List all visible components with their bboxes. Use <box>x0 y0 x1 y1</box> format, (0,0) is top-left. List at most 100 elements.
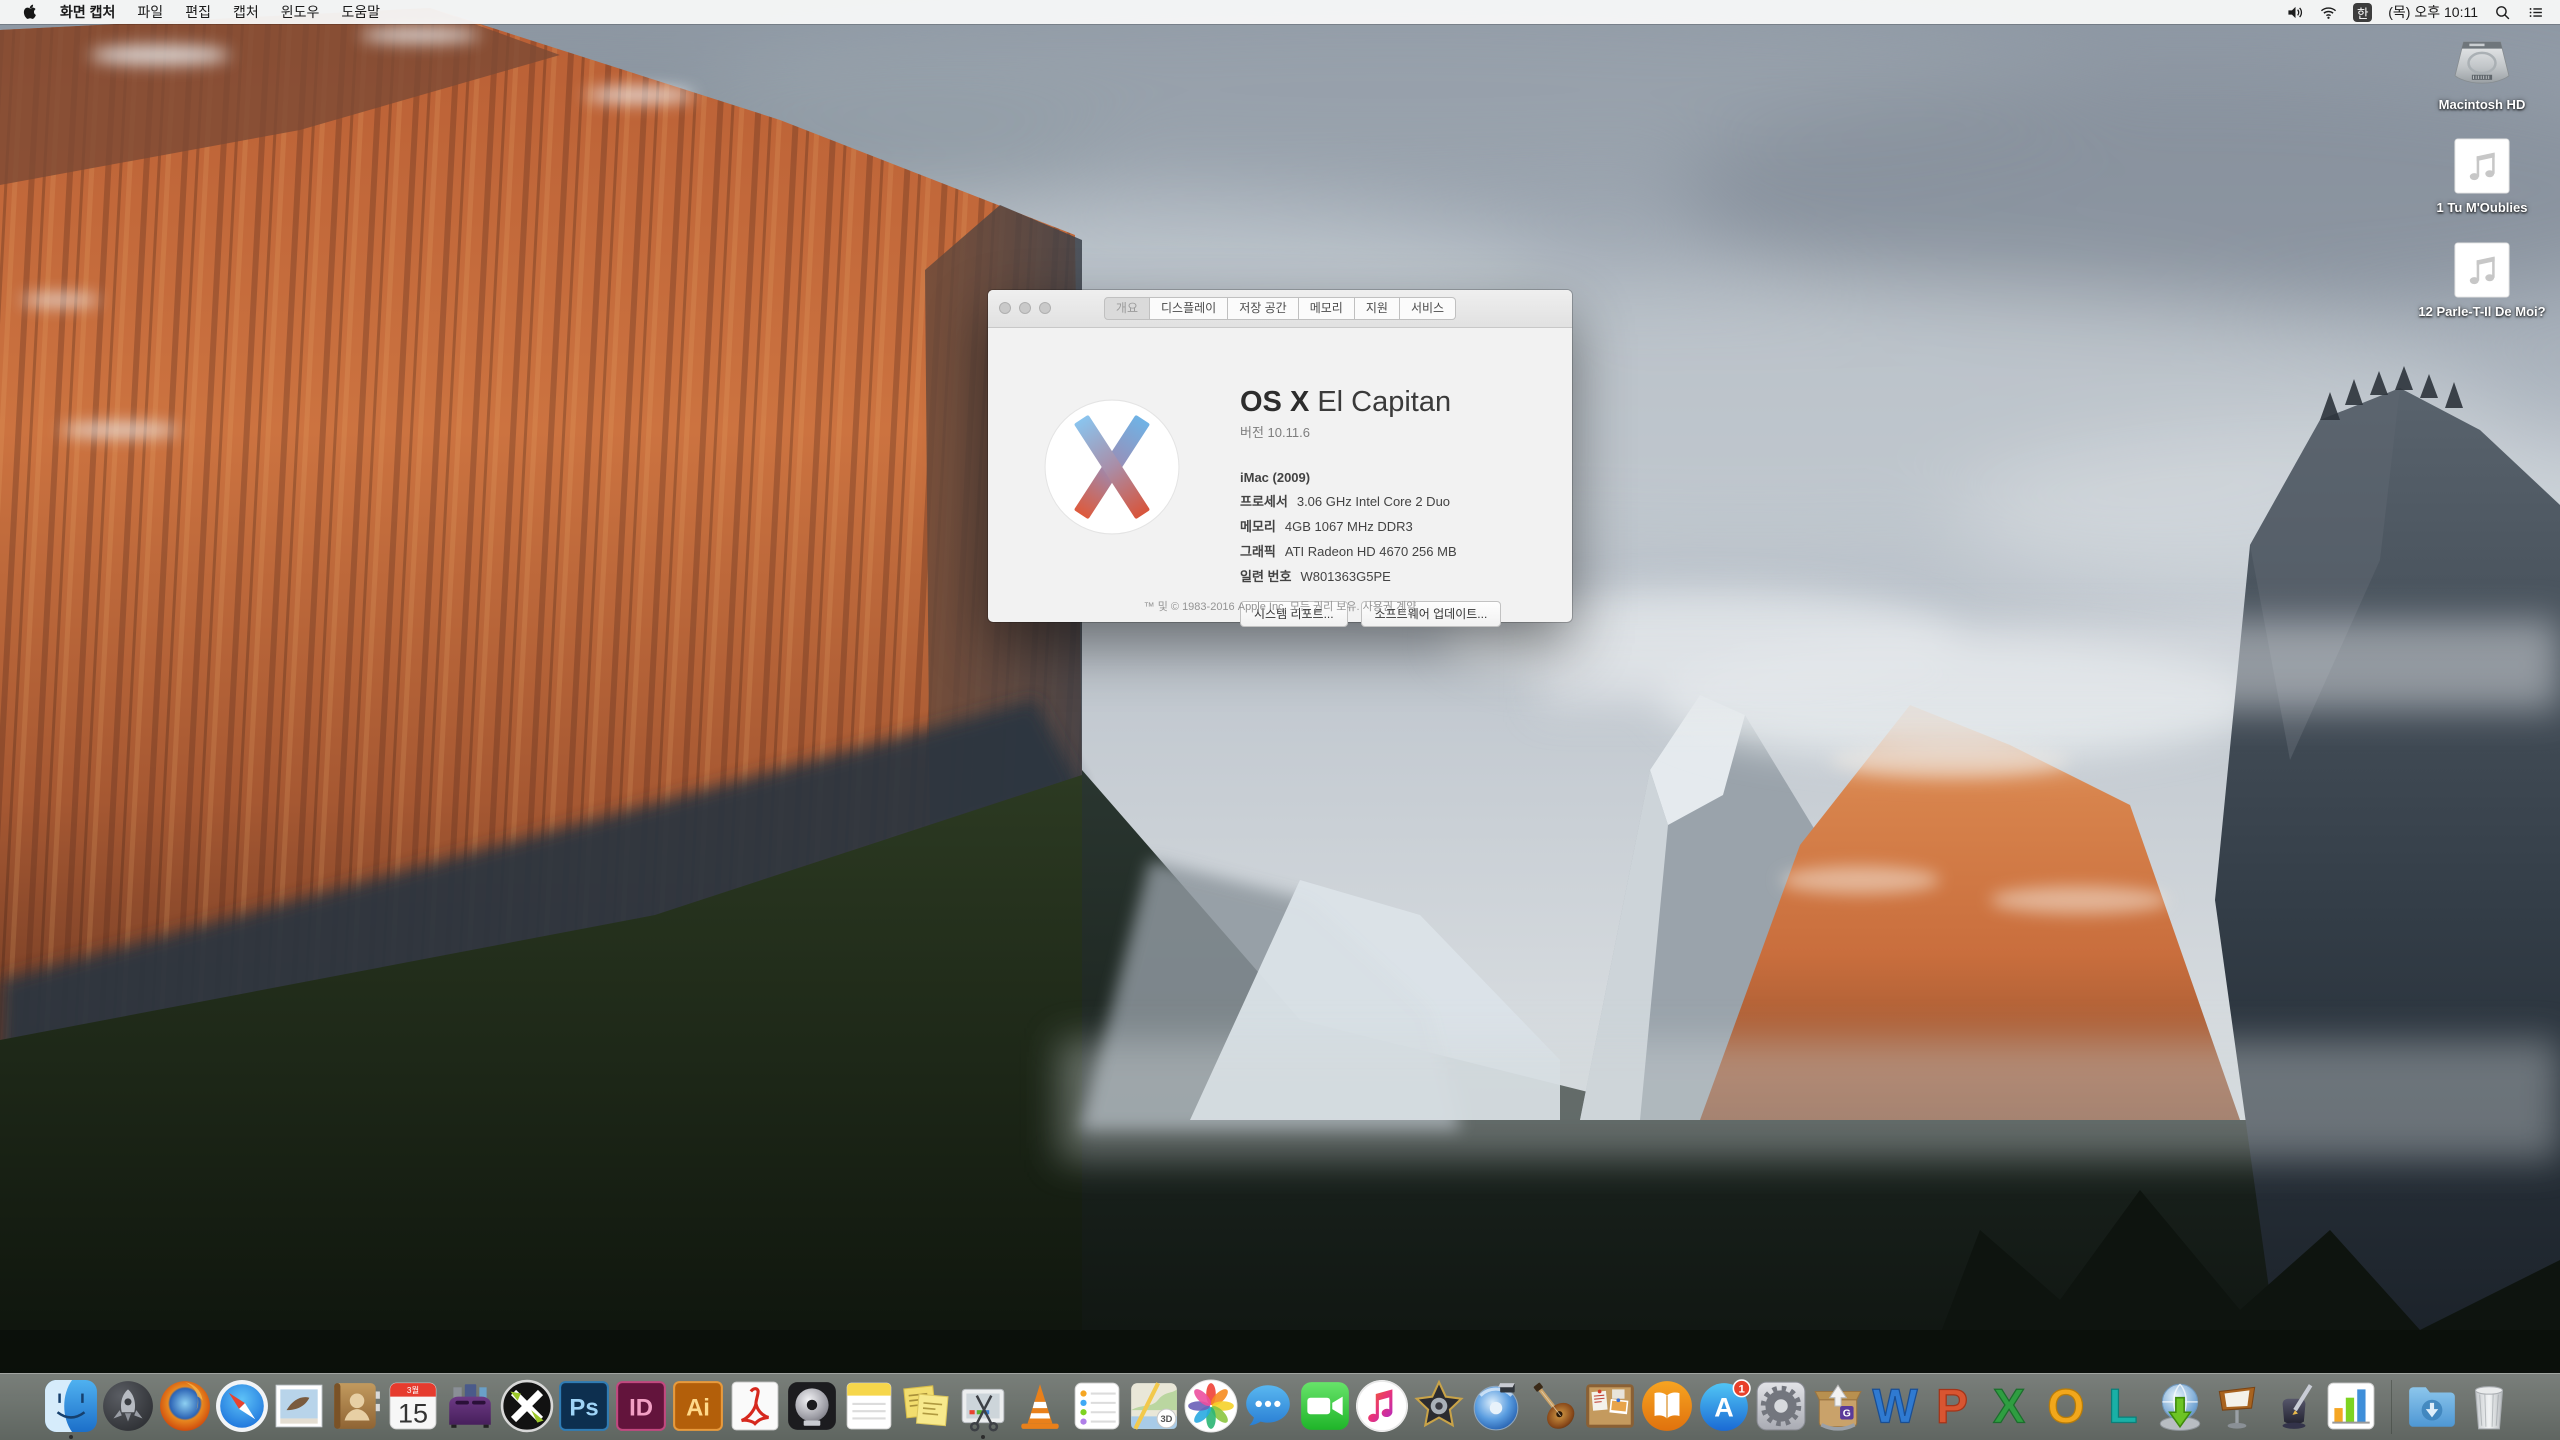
dock-item-notes[interactable] <box>842 1379 896 1433</box>
desktop-icon-audio-file-2[interactable]: 12 Parle-T-Il De Moi? <box>2416 241 2548 320</box>
tab-overview[interactable]: 개요 <box>1103 296 1151 321</box>
audio-file-icon <box>2450 137 2514 195</box>
svg-text:G: G <box>1843 1408 1851 1419</box>
dock-item-photos[interactable] <box>1184 1379 1238 1433</box>
dock-item-trash[interactable] <box>2462 1379 2516 1433</box>
svg-text:L: L <box>2108 1380 2137 1432</box>
dock-item-ibooks[interactable] <box>1640 1379 1694 1433</box>
menu-app-name[interactable]: 화면 캡처 <box>49 0 126 24</box>
input-source-menu[interactable]: 한 <box>2353 2 2373 22</box>
dock-item-pinboard[interactable] <box>1583 1379 1637 1433</box>
desktop-icon-audio-file-1[interactable]: 1 Tu M'Oublies <box>2416 137 2548 216</box>
dock-item-downloads[interactable] <box>2405 1379 2459 1433</box>
spec-memory: 메모리 4GB 1067 MHz DDR3 <box>1240 519 1413 534</box>
hard-drive-icon <box>2450 34 2514 92</box>
tab-service[interactable]: 서비스 <box>1399 296 1457 321</box>
about-this-mac-window: 개요 디스플레이 저장 공간 메모리 지원 서비스 OS X El Capitan… <box>988 290 1572 627</box>
desktop-icon-macintosh-hd[interactable]: Macintosh HD <box>2416 34 2548 113</box>
copyright-footer: ™ 및 © 1983-2016 Apple Inc. 모든 권리 보유. 사용권… <box>1143 601 1417 613</box>
dock-item-word[interactable]: W <box>1868 1379 1922 1432</box>
dock-item-toast[interactable] <box>443 1379 497 1433</box>
svg-text:A: A <box>1714 1392 1734 1422</box>
dock-item-idvd[interactable] <box>1469 1379 1523 1433</box>
dock-item-stuffit[interactable]: G <box>1811 1379 1865 1433</box>
dock-item-calendar[interactable]: 3월 15 <box>386 1379 440 1433</box>
dock-item-excel[interactable]: X <box>1982 1379 2036 1432</box>
dock-item-messages[interactable] <box>1241 1379 1295 1433</box>
apple-menu[interactable] <box>10 3 49 21</box>
dock-item-firefox[interactable] <box>158 1379 212 1433</box>
dock-item-numbers[interactable] <box>2324 1379 2378 1433</box>
dock-item-acrobat[interactable] <box>728 1379 782 1433</box>
running-indicator <box>69 1434 73 1439</box>
dock-item-powerpoint[interactable]: P <box>1925 1379 1979 1432</box>
dock-item-facetime[interactable] <box>1298 1379 1352 1433</box>
svg-text:ID: ID <box>629 1394 653 1421</box>
dock-item-finder[interactable] <box>44 1379 98 1439</box>
minimize-button[interactable] <box>1019 302 1031 314</box>
svg-text:1: 1 <box>1738 1383 1745 1395</box>
desktop-icon-label: 12 Parle-T-Il De Moi? <box>2418 303 2546 319</box>
svg-text:X: X <box>1993 1380 2025 1432</box>
dock-item-indesign[interactable]: ID <box>614 1379 668 1433</box>
notification-center-icon[interactable] <box>2527 4 2544 21</box>
menu-clock[interactable]: (목) 오후 10:11 <box>2388 2 2478 22</box>
dock-item-photoshop[interactable]: Ps <box>557 1379 611 1433</box>
os-version-number: 버전 10.11.6 <box>1240 425 1310 440</box>
tab-displays[interactable]: 디스플레이 <box>1150 296 1229 321</box>
dock-item-reminders[interactable] <box>1070 1379 1124 1433</box>
traffic-lights <box>988 302 1051 314</box>
zoom-button[interactable] <box>1039 302 1051 314</box>
close-button[interactable] <box>999 302 1011 314</box>
audio-file-icon <box>2450 241 2514 299</box>
dock-item-igetter[interactable] <box>2153 1379 2207 1433</box>
license-agreement-link[interactable]: 사용권 계약 <box>1363 601 1417 613</box>
tab-storage[interactable]: 저장 공간 <box>1228 296 1299 321</box>
window-titlebar[interactable]: 개요 디스플레이 저장 공간 메모리 지원 서비스 <box>988 290 1572 328</box>
menu-edit[interactable]: 편집 <box>174 0 222 24</box>
dock-separator <box>2391 1380 2392 1434</box>
dock-item-sysprefs[interactable] <box>1754 1379 1808 1433</box>
dock-item-launchpad[interactable] <box>101 1379 155 1433</box>
apple-logo-icon <box>23 4 36 19</box>
desktop-icon-label: 1 Tu M'Oublies <box>2436 200 2528 216</box>
window-content: OS X El Capitan 버전 10.11.6 iMac (2009) 프로… <box>988 328 1572 627</box>
spotlight-icon[interactable] <box>2494 4 2511 21</box>
dock-item-quarkxpress[interactable] <box>500 1379 554 1433</box>
mac-model: iMac (2009) <box>1240 470 1311 485</box>
dock-item-stickies[interactable] <box>899 1379 953 1433</box>
dock-item-lync[interactable]: L <box>2096 1379 2150 1432</box>
tab-support[interactable]: 지원 <box>1354 296 1400 321</box>
menu-window[interactable]: 윈도우 <box>270 0 331 24</box>
spec-processor: 프로세서 3.06 GHz Intel Core 2 Duo <box>1240 494 1451 509</box>
menu-help[interactable]: 도움말 <box>330 0 391 24</box>
svg-text:W: W <box>1872 1380 1918 1432</box>
dock-item-maps[interactable]: 3D <box>1127 1379 1181 1433</box>
svg-text:P: P <box>1936 1380 1968 1432</box>
svg-text:3월: 3월 <box>407 1385 419 1395</box>
dock-item-vlc[interactable] <box>1013 1379 1067 1433</box>
svg-text:15: 15 <box>398 1398 428 1428</box>
menu-capture[interactable]: 캡처 <box>222 0 270 24</box>
volume-icon[interactable] <box>2287 4 2304 21</box>
menu-file[interactable]: 파일 <box>126 0 174 24</box>
dock-item-imovie[interactable] <box>1412 1379 1466 1433</box>
dock-item-itunes[interactable] <box>1355 1379 1409 1433</box>
svg-text:3D: 3D <box>1160 1414 1172 1424</box>
wifi-icon[interactable] <box>2320 4 2337 21</box>
dock-item-pages[interactable] <box>2267 1379 2321 1433</box>
dock-item-grab[interactable] <box>956 1379 1010 1439</box>
dock-item-mail[interactable] <box>272 1379 326 1433</box>
dock-item-illustrator[interactable]: Ai <box>671 1379 725 1433</box>
dock-item-safari[interactable] <box>215 1379 269 1433</box>
svg-text:Ai: Ai <box>686 1394 710 1421</box>
dock-item-logic[interactable] <box>785 1379 839 1433</box>
spec-graphics: 그래픽 ATI Radeon HD 4670 256 MB <box>1240 544 1457 559</box>
dock-item-keynote[interactable] <box>2210 1379 2264 1433</box>
dock-item-outlook[interactable]: O <box>2039 1379 2093 1432</box>
running-indicator <box>981 1434 985 1439</box>
tab-memory[interactable]: 메모리 <box>1298 296 1355 321</box>
dock-item-contacts[interactable] <box>329 1379 383 1433</box>
dock-item-appstore[interactable]: A1 <box>1697 1378 1751 1433</box>
dock-item-garageband[interactable] <box>1526 1379 1580 1433</box>
